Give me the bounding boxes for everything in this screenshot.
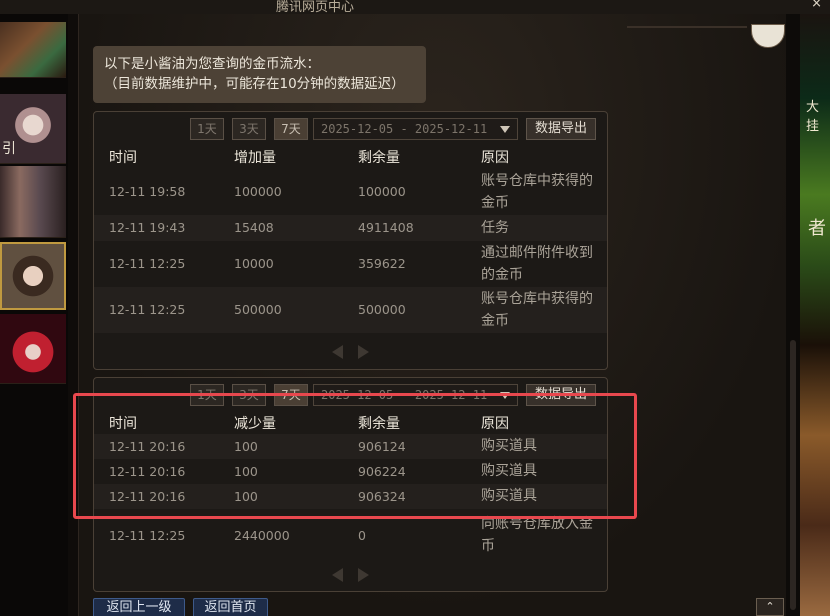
cell-remaining: 0 <box>358 528 366 543</box>
cell-reason: 账号仓库中获得的金币 <box>481 173 593 211</box>
cell-time: 12-11 19:58 <box>109 184 186 199</box>
table-row: 12-11 19:58 100000 100000 账号仓库中获得的金币 <box>94 170 607 215</box>
character-thumbnail[interactable] <box>0 166 66 238</box>
home-button[interactable]: 返回首页 <box>193 598 268 616</box>
prev-page-icon[interactable] <box>332 345 343 359</box>
highlight-box <box>73 393 637 519</box>
window-titlebar: 腾讯网页中心 × <box>0 0 830 15</box>
cell-time: 12-11 19:43 <box>109 220 186 235</box>
game-left-strip: 引 <box>0 14 68 616</box>
table-header: 时间 增加量 剩余量 原因 <box>94 144 607 168</box>
right-label-1: 大挂 <box>806 100 820 134</box>
next-page-icon[interactable] <box>358 568 369 582</box>
window-title: 腾讯网页中心 <box>275 0 354 15</box>
cell-time: 12-11 12:25 <box>109 528 186 543</box>
cell-reason: 通过邮件附件收到的金币 <box>481 245 593 283</box>
back-button[interactable]: 返回上一级 <box>93 598 185 616</box>
game-right-strip: 大挂 者 <box>800 14 830 616</box>
avatar <box>751 24 785 48</box>
range-1day-button[interactable]: 1天 <box>190 118 224 140</box>
gold-income-panel: 1天 3天 7天 2025-12-05 - 2025-12-11 数据导出 时间… <box>93 111 608 370</box>
cell-remaining: 4911408 <box>358 220 414 235</box>
range-3day-button[interactable]: 3天 <box>232 118 266 140</box>
table-row: 12-11 12:25 500000 500000 账号仓库中获得的金币 <box>94 287 607 333</box>
cell-amount: 2440000 <box>234 528 290 543</box>
cell-time: 12-11 12:25 <box>109 256 186 271</box>
date-range-select[interactable]: 2025-12-05 - 2025-12-11 <box>313 118 518 140</box>
notice-line-2: （目前数据维护中，可能存在10分钟的数据延迟） <box>104 76 405 92</box>
side-label: 引 <box>2 141 16 157</box>
table-row: 12-11 19:43 15408 4911408 任务 <box>94 215 607 241</box>
scrollbar-thumb[interactable] <box>790 340 796 610</box>
cell-reason: 账号仓库中获得的金币 <box>481 291 593 329</box>
header-remaining: 剩余量 <box>358 150 400 166</box>
notice-line-1: 以下是小酱油为您查询的金币流水： <box>104 56 320 72</box>
right-label-2: 者 <box>808 218 826 239</box>
divider <box>627 26 747 28</box>
cell-amount: 15408 <box>234 220 274 235</box>
table-row: 12-11 12:25 10000 359622 通过邮件附件收到的金币 <box>94 241 607 287</box>
cell-time: 12-11 12:25 <box>109 302 186 317</box>
cell-reason: 向账号仓库放入金币 <box>481 516 593 554</box>
cell-reason: 任务 <box>481 220 509 236</box>
character-thumbnail-selected[interactable] <box>0 242 66 310</box>
cell-amount: 100000 <box>234 184 282 199</box>
close-icon[interactable]: × <box>811 0 822 11</box>
header-amount: 增加量 <box>234 150 276 166</box>
chevron-down-icon <box>500 126 510 133</box>
scroll-top-icon[interactable]: ⌃ <box>756 598 784 616</box>
cell-amount: 500000 <box>234 302 282 317</box>
header-time: 时间 <box>109 150 137 166</box>
character-thumbnail[interactable] <box>0 22 66 78</box>
date-range-value: 2025-12-05 - 2025-12-11 <box>321 122 488 136</box>
pagination <box>332 345 372 359</box>
prev-page-icon[interactable] <box>332 568 343 582</box>
cell-amount: 10000 <box>234 256 274 271</box>
cell-remaining: 500000 <box>358 302 406 317</box>
query-notice: 以下是小酱油为您查询的金币流水： （目前数据维护中，可能存在10分钟的数据延迟） <box>93 46 426 103</box>
header-reason: 原因 <box>481 150 509 166</box>
range-7day-button[interactable]: 7天 <box>274 118 308 140</box>
table-row: 12-11 12:25 2440000 0 向账号仓库放入金币 <box>94 514 607 558</box>
cell-remaining: 100000 <box>358 184 406 199</box>
export-button[interactable]: 数据导出 <box>526 118 596 140</box>
pagination <box>332 568 372 582</box>
character-thumbnail[interactable] <box>0 314 66 384</box>
next-page-icon[interactable] <box>358 345 369 359</box>
cell-remaining: 359622 <box>358 256 406 271</box>
